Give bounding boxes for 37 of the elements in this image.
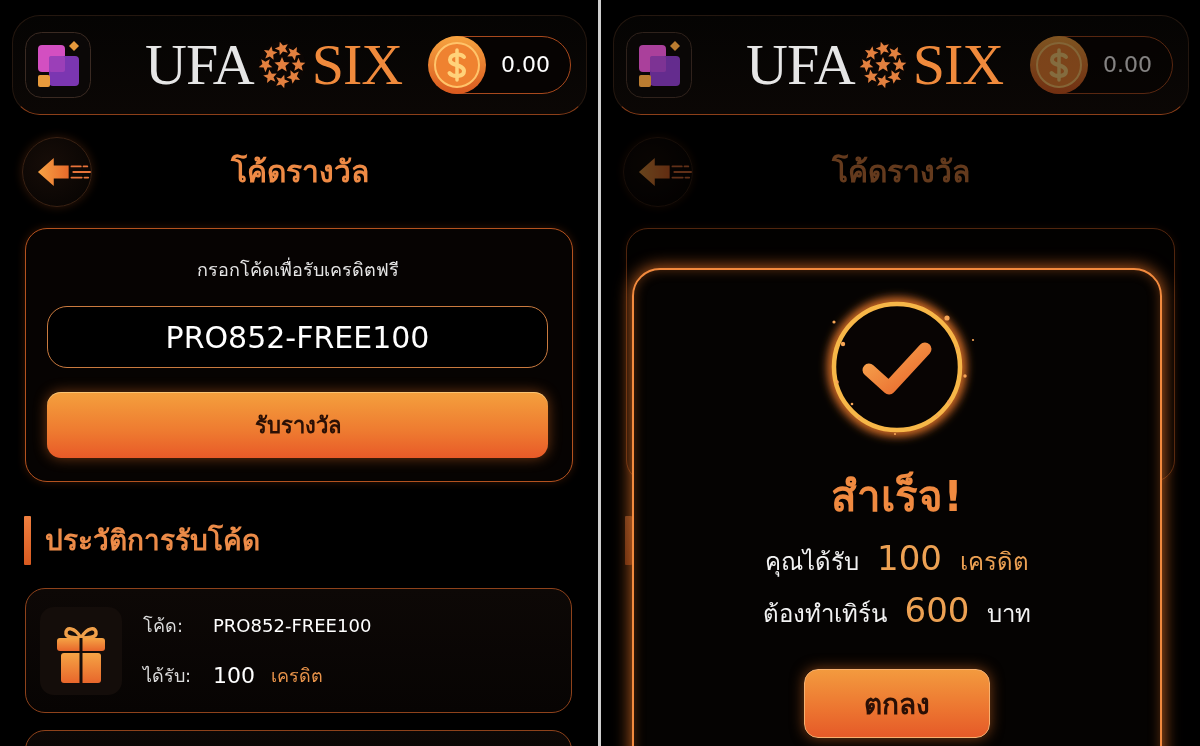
reward-unit: เครดิต	[959, 547, 1029, 578]
redeem-label: กรอกโค้ดเพื่อรับเครดิตฟรี	[195, 257, 400, 282]
arrow-left-icon	[37, 155, 91, 189]
claim-button[interactable]: รับรางวัล	[47, 392, 548, 458]
page-title: โค้ดรางวัล	[832, 153, 970, 191]
section-title: ประวัติการรับโค้ด	[45, 522, 260, 559]
balance-amount: 0.00	[1103, 51, 1152, 79]
reward-value: 100	[877, 538, 942, 578]
dialog-title: สำเร็จ!	[831, 470, 963, 523]
stacked-squares-icon[interactable]	[626, 32, 692, 98]
logo-text: UFA	[746, 33, 855, 97]
back-button[interactable]	[22, 137, 92, 207]
logo-text: SIX	[912, 33, 1004, 97]
logo-text: UFA	[145, 33, 254, 97]
reward-label: ต้องทำเทิร์น	[762, 599, 887, 630]
stacked-squares-icon[interactable]	[25, 32, 91, 98]
received-label: ได้รับ:	[143, 663, 193, 688]
accent-bar	[625, 516, 632, 565]
dollar-coin-icon	[1029, 35, 1089, 95]
code-input[interactable]: PRO852-FREE100	[47, 306, 548, 368]
balance-amount: 0.00	[501, 51, 550, 79]
credit-unit: เครดิต	[271, 663, 323, 688]
page-title: โค้ดรางวัล	[230, 153, 369, 191]
code-value: PRO852-FREE100	[213, 613, 372, 638]
logo-text: SIX	[311, 33, 403, 97]
accent-bar	[24, 516, 31, 565]
gift-icon	[40, 606, 122, 695]
dollar-coin-icon	[427, 35, 487, 95]
reward-unit: บาท	[987, 599, 1032, 630]
reward-value: 600	[904, 590, 970, 630]
received-amount: 100	[213, 661, 255, 690]
reward-label: คุณได้รับ	[765, 547, 860, 579]
ok-button[interactable]: ตกลง	[804, 669, 990, 738]
star-ball-icon	[858, 41, 907, 89]
arrow-left-icon	[638, 155, 692, 189]
code-label: โค้ด:	[143, 613, 185, 638]
star-ball-icon	[257, 41, 306, 89]
